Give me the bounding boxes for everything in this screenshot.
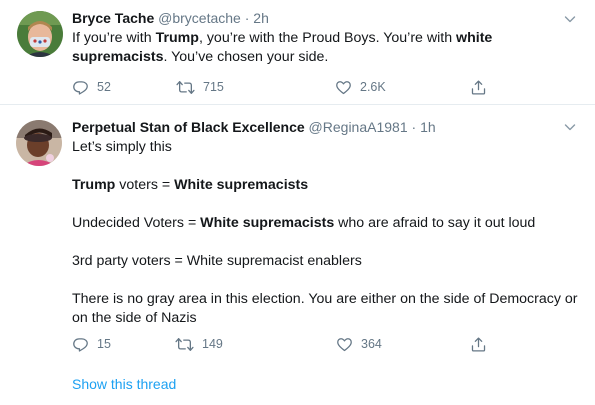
tweet-content: Bryce Tache @brycetache · 2h If you’re w… [72, 9, 581, 67]
reply-button[interactable]: 15 [72, 335, 111, 353]
retweet-button[interactable]: 715 [176, 78, 224, 96]
bold-text: Trump [155, 30, 199, 46]
reply-icon [72, 336, 97, 353]
text-run: voters = [115, 177, 175, 193]
bold-text: White supremacists [200, 215, 335, 231]
retweet-button[interactable]: 149 [175, 335, 223, 353]
like-count: 364 [361, 337, 382, 351]
heart-icon [335, 79, 360, 96]
author-name[interactable]: Perpetual Stan of Black Excellence [72, 119, 305, 135]
separator-dot: · [411, 119, 417, 135]
tweet[interactable]: Perpetual Stan of Black Excellence @Regi… [0, 106, 595, 405]
tweet-paragraph: Undecided Voters = White supremacists wh… [72, 214, 581, 233]
like-button[interactable]: 2.6K [335, 78, 386, 96]
text-run: Let’s simply this [72, 139, 172, 155]
timestamp[interactable]: 1h [420, 119, 436, 135]
author-handle[interactable]: @brycetache [158, 10, 241, 26]
tweet[interactable]: Bryce Tache @brycetache · 2h If you’re w… [0, 0, 595, 105]
heart-icon [336, 336, 361, 353]
timestamp[interactable]: 2h [253, 10, 269, 26]
bold-text: White supremacists [174, 177, 309, 193]
share-button[interactable] [470, 78, 495, 96]
tweet-header: Perpetual Stan of Black Excellence @Regi… [72, 118, 581, 136]
tweet-paragraph: Trump voters = White supremacists [72, 176, 581, 195]
retweet-count: 715 [203, 80, 224, 94]
share-icon [470, 336, 495, 353]
tweet-header: Bryce Tache @brycetache · 2h [72, 9, 581, 27]
tweet-paragraph: 3rd party voters = White supremacist ena… [72, 252, 581, 271]
chevron-down-icon[interactable] [563, 120, 577, 134]
retweet-icon [175, 336, 202, 353]
reply-count: 52 [97, 80, 111, 94]
separator-dot: · [244, 10, 250, 26]
tweet-paragraph: There is no gray area in this election. … [72, 290, 581, 328]
tweet-actions: 15 149 364 [72, 335, 492, 353]
show-thread-link[interactable]: Show this thread [72, 376, 176, 392]
tweet-content: Perpetual Stan of Black Excellence @Regi… [72, 118, 581, 328]
share-button[interactable] [470, 335, 495, 353]
reply-button[interactable]: 52 [72, 78, 111, 96]
tweet-text: If you’re with Trump, you’re with the Pr… [72, 29, 581, 67]
avatar[interactable] [17, 11, 63, 57]
tweet-paragraph: If you’re with Trump, you’re with the Pr… [72, 29, 581, 67]
text-run: Undecided Voters = [72, 215, 201, 231]
reply-count: 15 [97, 337, 111, 351]
tweet-actions: 52 715 2.6K [72, 78, 492, 96]
text-run: who are afraid to say it out loud [334, 215, 536, 231]
author-handle[interactable]: @ReginaA1981 [309, 119, 408, 135]
text-run: , you’re with the Proud Boys. You’re wit… [198, 30, 457, 46]
text-run: If you’re with [72, 30, 156, 46]
text-run: There is no gray area in this election. … [72, 291, 578, 326]
reply-icon [72, 79, 97, 96]
bold-text: Trump [72, 177, 116, 193]
author-name[interactable]: Bryce Tache [72, 10, 154, 26]
tweet-text: Let’s simply this Trump voters = White su… [72, 138, 581, 328]
text-run: . You’ve chosen your side. [163, 49, 329, 65]
chevron-down-icon[interactable] [563, 12, 577, 26]
like-button[interactable]: 364 [336, 335, 382, 353]
tweet-paragraph: Let’s simply this [72, 138, 581, 157]
like-count: 2.6K [360, 80, 386, 94]
avatar[interactable] [16, 120, 62, 166]
retweet-count: 149 [202, 337, 223, 351]
retweet-icon [176, 79, 203, 96]
text-run: 3rd party voters = White supremacist ena… [72, 253, 362, 269]
share-icon [470, 79, 495, 96]
